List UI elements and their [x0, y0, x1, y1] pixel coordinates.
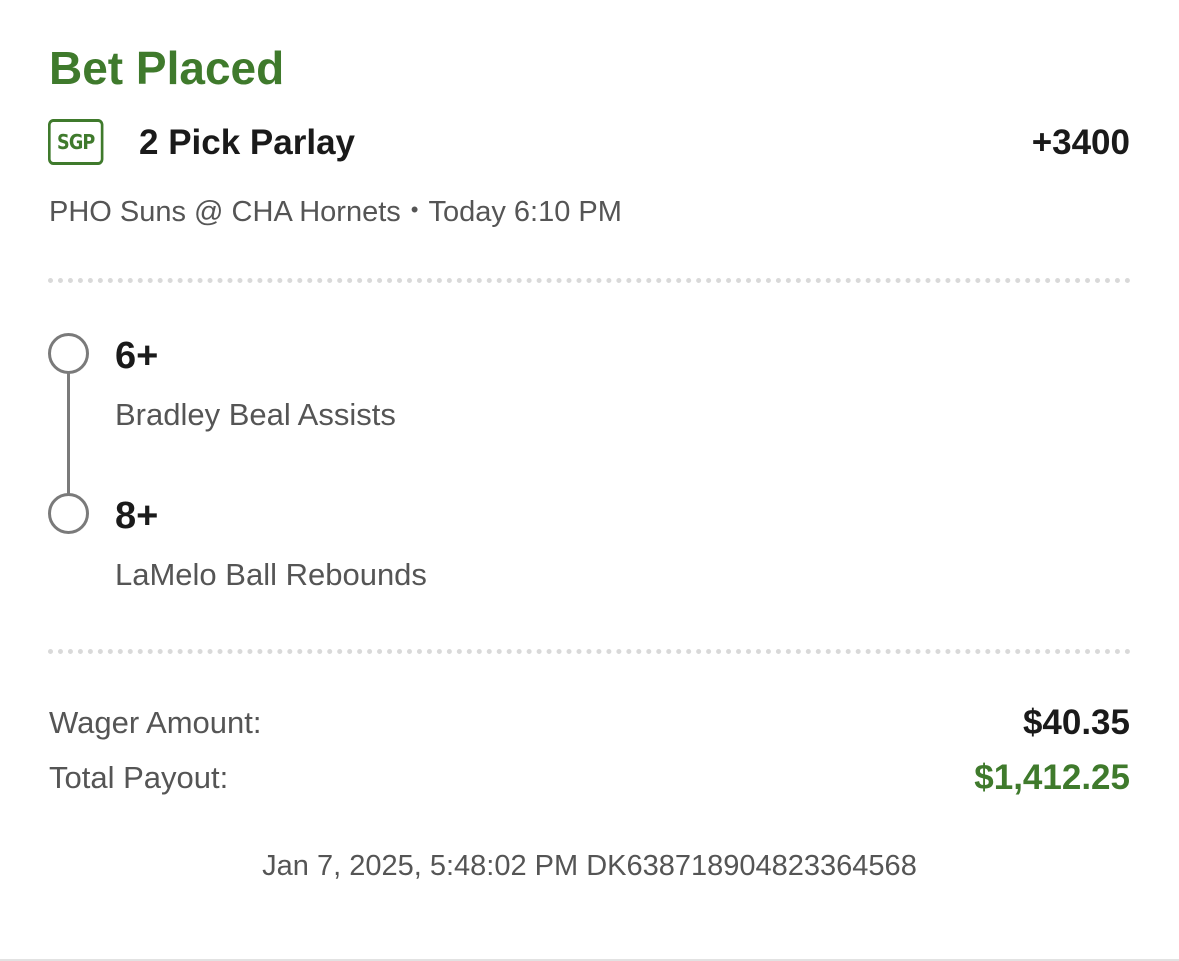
leg-1-market: Bradley Beal Assists — [115, 397, 396, 432]
game-matchup: PHO Suns @ CHA Hornets — [49, 196, 401, 228]
bet-status-title: Bet Placed — [49, 42, 285, 94]
bet-header-row: SGP 2 Pick Parlay +3400 — [48, 119, 1130, 171]
leg-2-market: LaMelo Ball Rebounds — [115, 557, 427, 592]
wager-amount-value: $40.35 — [1022, 703, 1130, 742]
bet-footer-meta: Jan 7, 2025, 5:48:02 PM DK63871890482336… — [0, 846, 1179, 886]
leg-2-line: 8+ — [115, 495, 159, 537]
bet-receipt-card: Bet Placed SGP 2 Pick Parlay +3400 PHO S… — [0, 0, 1179, 961]
dotted-divider — [48, 649, 1131, 654]
wager-amount-label: Wager Amount: — [49, 705, 262, 740]
dotted-divider — [48, 278, 1131, 283]
total-payout-value: $1,412.25 — [974, 758, 1130, 797]
separator-dot: • — [410, 197, 419, 223]
leg-timeline-connector — [67, 370, 70, 494]
placed-timestamp: Jan 7, 2025, 5:48:02 PM — [262, 850, 579, 882]
leg-status-circle-icon — [48, 333, 89, 374]
game-time: Today 6:10 PM — [428, 196, 622, 228]
sgp-badge: SGP — [48, 119, 104, 165]
leg-1-line: 6+ — [115, 335, 159, 377]
bet-id: DK638718904823364568 — [586, 850, 917, 882]
parlay-odds: +3400 — [1031, 123, 1130, 162]
parlay-title: 2 Pick Parlay — [139, 123, 355, 162]
game-info: PHO Suns @ CHA Hornets • Today 6:10 PM — [49, 192, 622, 233]
total-payout-label: Total Payout: — [49, 760, 229, 795]
leg-status-circle-icon — [48, 493, 89, 534]
